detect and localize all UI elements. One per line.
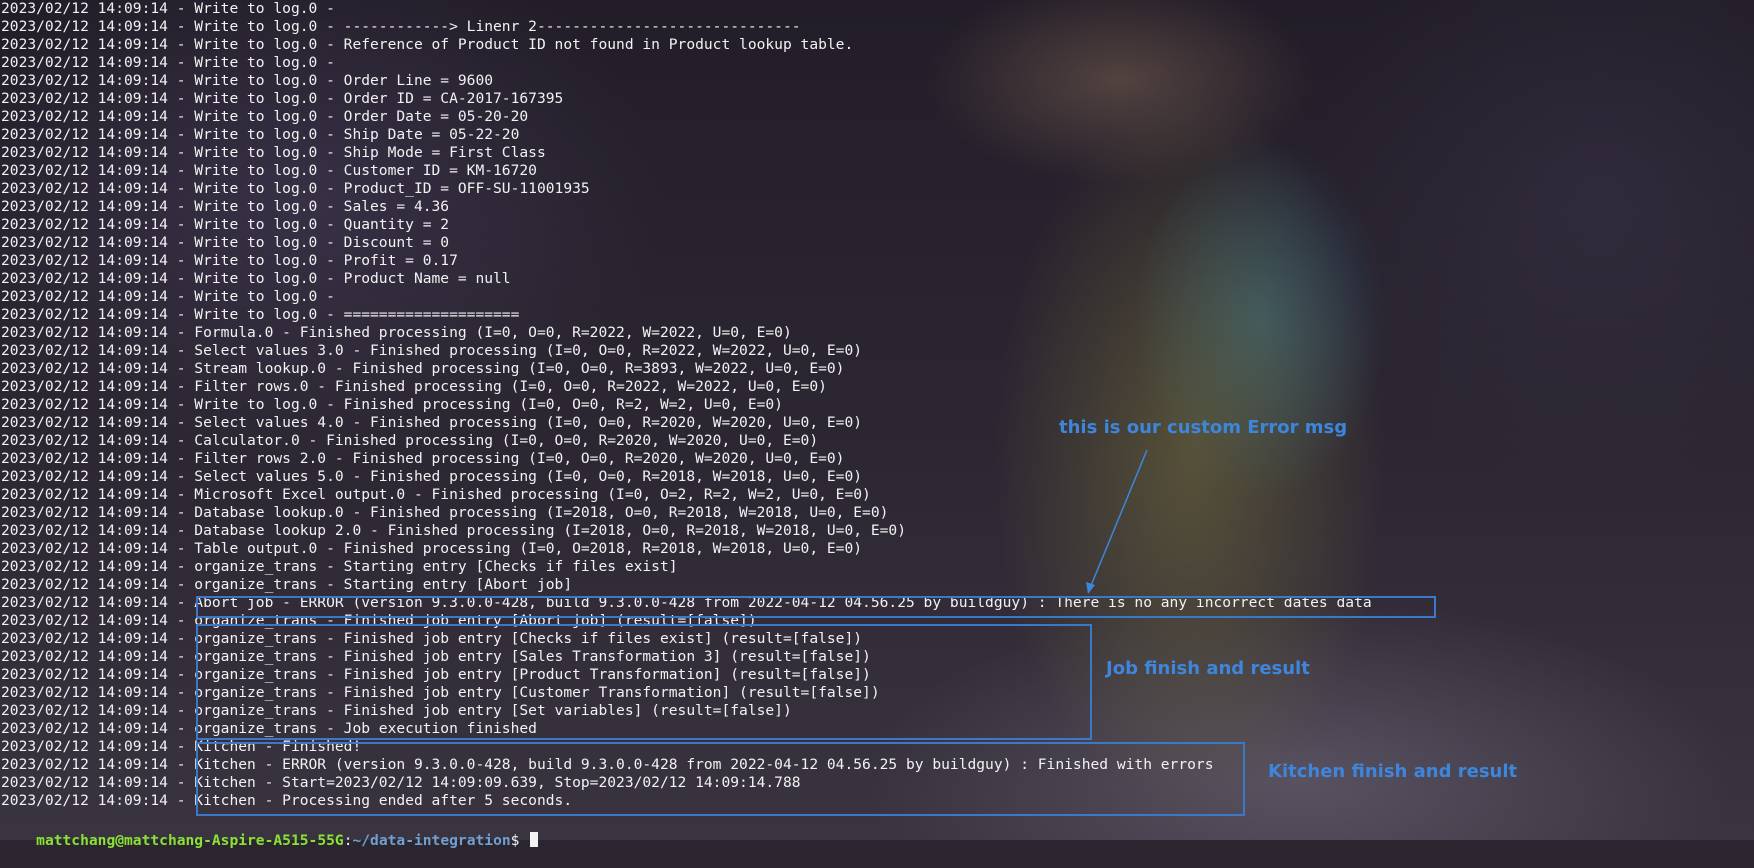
log-line: 2023/02/12 14:09:14 - Write to log.0 - S… xyxy=(1,144,546,161)
log-line: 2023/02/12 14:09:14 - Write to log.0 - R… xyxy=(1,36,854,53)
job-result-highlight-box xyxy=(196,624,1092,740)
log-line: 2023/02/12 14:09:14 - Write to log.0 - S… xyxy=(1,198,450,215)
prompt-path: ~/data-integration xyxy=(352,832,511,849)
error-message-highlight-box xyxy=(196,596,1436,618)
log-line: 2023/02/12 14:09:14 - Write to log.0 - C… xyxy=(1,162,537,179)
log-line: 2023/02/12 14:09:14 - Write to log.0 - S… xyxy=(1,126,520,143)
log-line: 2023/02/12 14:09:14 - Write to log.0 - xyxy=(1,54,344,71)
log-line: 2023/02/12 14:09:14 - Write to log.0 - xyxy=(1,0,344,17)
log-line: 2023/02/12 14:09:14 - Database lookup.0 … xyxy=(1,504,889,521)
custom-error-note: this is our custom Error msg xyxy=(1059,417,1348,438)
log-line: 2023/02/12 14:09:14 - Write to log.0 - O… xyxy=(1,72,494,89)
log-line: 2023/02/12 14:09:14 - Filter rows 2.0 - … xyxy=(1,450,845,467)
log-line: 2023/02/12 14:09:14 - Write to log.0 - P… xyxy=(1,270,511,287)
log-line: 2023/02/12 14:09:14 - Filter rows.0 - Fi… xyxy=(1,378,827,395)
kitchen-result-highlight-box xyxy=(196,742,1245,816)
log-line: 2023/02/12 14:09:14 - Write to log.0 - -… xyxy=(1,18,801,35)
prompt-user-host: mattchang@mattchang-Aspire-A515-55G xyxy=(36,832,344,849)
log-line: 2023/02/12 14:09:14 - Stream lookup.0 - … xyxy=(1,360,845,377)
log-line: 2023/02/12 14:09:14 - Database lookup 2.… xyxy=(1,522,906,539)
log-line: 2023/02/12 14:09:14 - Write to log.0 - O… xyxy=(1,90,564,107)
log-line: 2023/02/12 14:09:14 - organize_trans - S… xyxy=(1,558,678,575)
log-line: 2023/02/12 14:09:14 - organize_trans - S… xyxy=(1,576,573,593)
log-line: 2023/02/12 14:09:14 - Table output.0 - F… xyxy=(1,540,863,557)
log-line: 2023/02/12 14:09:14 - Write to log.0 - =… xyxy=(1,306,520,323)
shell-prompt-line[interactable]: mattchang@mattchang-Aspire-A515-55G:~/da… xyxy=(1,814,539,849)
log-line: 2023/02/12 14:09:14 - Formula.0 - Finish… xyxy=(1,324,792,341)
job-finish-note: Job finish and result xyxy=(1106,658,1310,679)
log-line: 2023/02/12 14:09:14 - Select values 4.0 … xyxy=(1,414,863,431)
log-line: 2023/02/12 14:09:14 - Write to log.0 - xyxy=(1,288,344,305)
log-line: 2023/02/12 14:09:14 - Write to log.0 - F… xyxy=(1,396,783,413)
log-line: 2023/02/12 14:09:14 - Calculator.0 - Fin… xyxy=(1,432,819,449)
kitchen-finish-note: Kitchen finish and result xyxy=(1268,761,1518,782)
log-line: 2023/02/12 14:09:14 - Write to log.0 - Q… xyxy=(1,216,450,233)
log-line: 2023/02/12 14:09:14 - Write to log.0 - P… xyxy=(1,252,458,269)
log-line: 2023/02/12 14:09:14 - Select values 5.0 … xyxy=(1,468,863,485)
prompt-symbol: $ xyxy=(510,832,529,849)
log-line: 2023/02/12 14:09:14 - Write to log.0 - O… xyxy=(1,108,529,125)
log-line: 2023/02/12 14:09:14 - Microsoft Excel ou… xyxy=(1,486,871,503)
log-line: 2023/02/12 14:09:14 - Write to log.0 - P… xyxy=(1,180,590,197)
log-line: 2023/02/12 14:09:14 - Write to log.0 - D… xyxy=(1,234,450,251)
log-line: 2023/02/12 14:09:14 - Select values 3.0 … xyxy=(1,342,863,359)
